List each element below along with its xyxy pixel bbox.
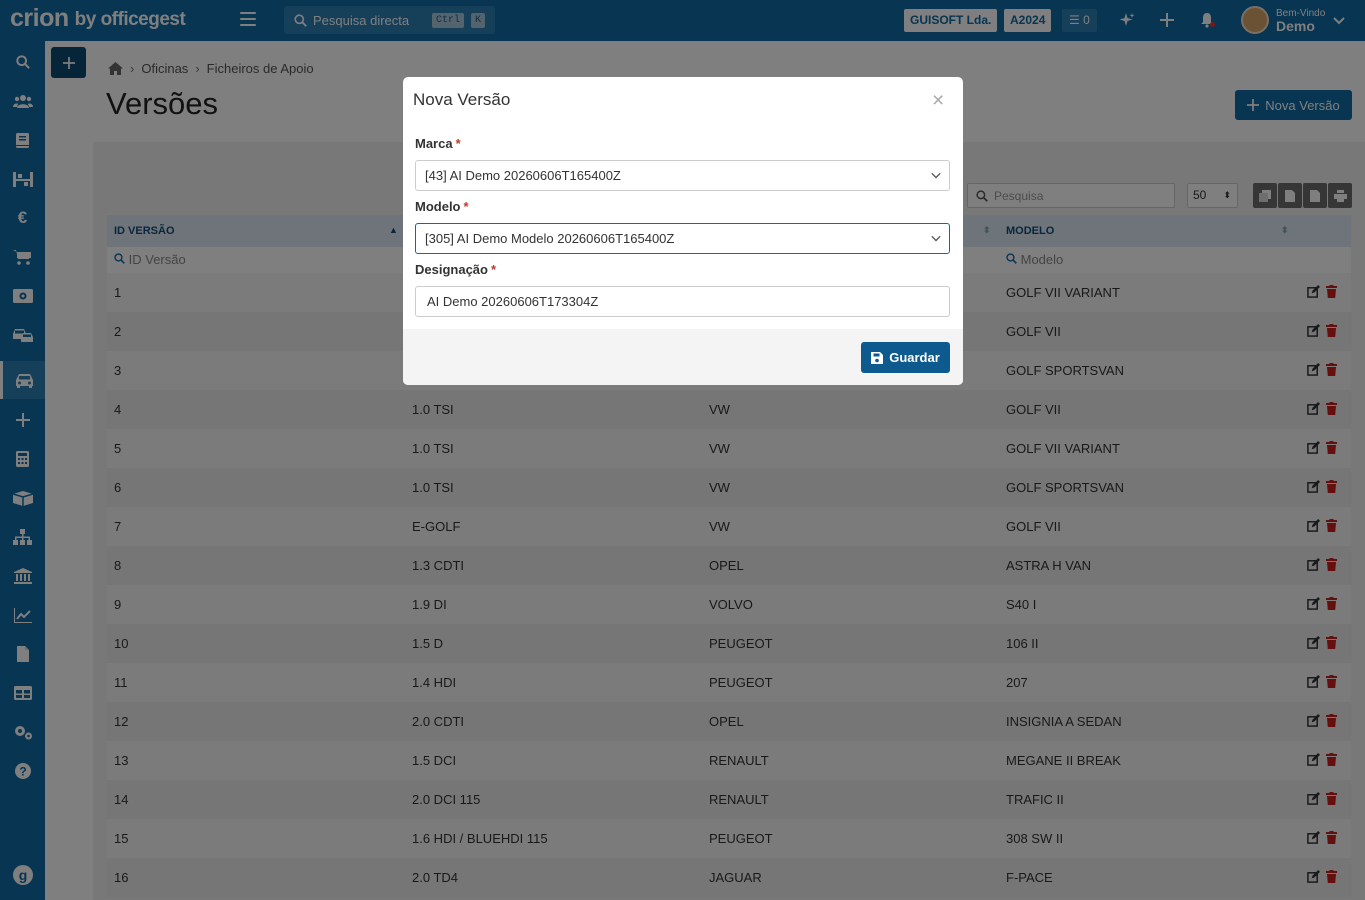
marca-label-text: Marca [415,136,453,151]
designacao-label: Designação * [415,262,496,277]
close-icon[interactable]: × [932,89,944,113]
designacao-input[interactable]: AI Demo 20260606T173304Z [415,286,950,317]
save-icon [871,351,884,364]
chevron-down-icon [931,172,941,179]
marca-select[interactable]: [43] AI Demo 20260606T165400Z [415,160,950,191]
required-mark: * [490,262,497,277]
chevron-down-icon [931,235,941,242]
modelo-label: Modelo * [415,199,469,214]
dialog-title: Nova Versão [413,90,511,109]
save-label: Guardar [889,350,940,365]
required-mark: * [455,136,461,151]
modelo-label-text: Modelo [415,199,461,214]
designacao-value: AI Demo 20260606T173304Z [427,294,599,309]
designacao-label-text: Designação [415,262,488,277]
save-button[interactable]: Guardar [861,342,950,373]
marca-label: Marca * [415,136,461,151]
required-mark: * [463,199,469,214]
marca-value: [43] AI Demo 20260606T165400Z [425,168,621,183]
new-version-dialog: Nova Versão × Marca * [43] AI Demo 202606… [403,77,963,385]
modelo-value: [305] AI Demo Modelo 20260606T165400Z [425,231,675,246]
modelo-select[interactable]: [305] AI Demo Modelo 20260606T165400Z [415,223,950,254]
